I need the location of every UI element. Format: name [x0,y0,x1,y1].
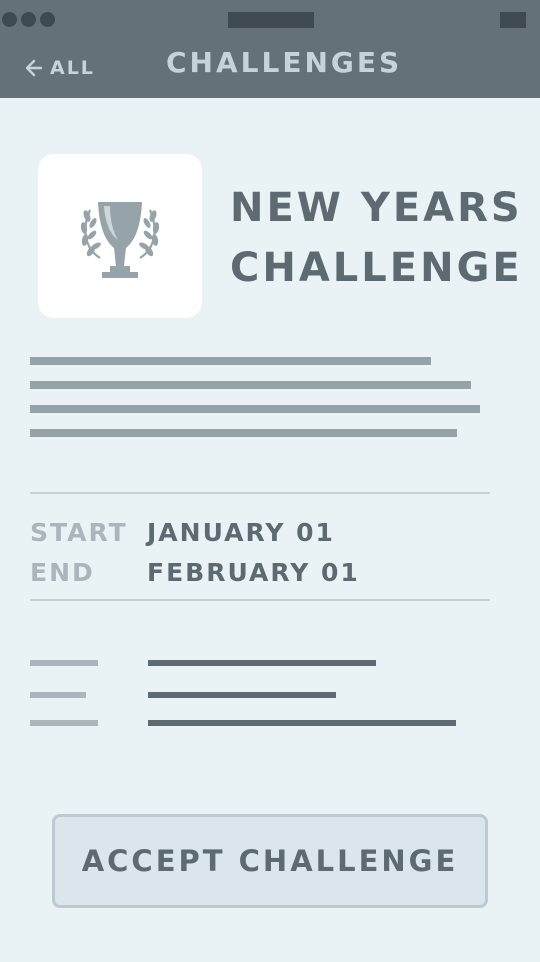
divider [30,492,490,494]
status-bar-notch [228,12,314,28]
battery-icon [500,12,526,28]
description-line [30,357,431,365]
description-line [30,381,471,389]
start-label: START [30,517,128,547]
detail-row [30,720,490,750]
details-placeholder [30,660,490,750]
end-date-row: END FEBRUARY 01 [30,552,360,592]
detail-value-placeholder [148,692,336,698]
arrow-left-icon [25,59,43,77]
back-label: ALL [50,57,95,79]
signal-dot [21,12,36,27]
detail-row [30,660,490,692]
challenge-title-line2: CHALLENGE [230,245,523,291]
detail-key-placeholder [30,660,98,666]
detail-value-placeholder [148,660,376,666]
app-header: ALL CHALLENGES [0,0,540,98]
start-date-row: START JANUARY 01 [30,512,360,552]
signal-dot [40,12,55,27]
trophy-icon [80,202,160,278]
accept-challenge-label: ACCEPT CHALLENGE [81,844,459,878]
back-button[interactable]: ALL [24,54,95,82]
detail-row [30,692,490,720]
detail-key-placeholder [30,692,86,698]
start-value: JANUARY 01 [147,517,335,547]
description-line [30,429,457,437]
challenge-icon-card [38,154,202,318]
accept-challenge-button[interactable]: ACCEPT CHALLENGE [52,814,488,908]
page-title: CHALLENGES [166,46,403,79]
signal-dots-icon [2,12,55,27]
description-line [30,405,480,413]
end-label: END [30,557,95,587]
end-value: FEBRUARY 01 [147,557,360,587]
detail-key-placeholder [30,720,98,726]
detail-value-placeholder [148,720,456,726]
signal-dot [2,12,17,27]
challenge-title-line1: NEW YEARS [230,185,523,231]
description-placeholder [30,357,490,453]
challenge-title: NEW YEARS CHALLENGE [230,178,530,298]
date-range: START JANUARY 01 END FEBRUARY 01 [30,512,360,592]
divider [30,599,490,601]
